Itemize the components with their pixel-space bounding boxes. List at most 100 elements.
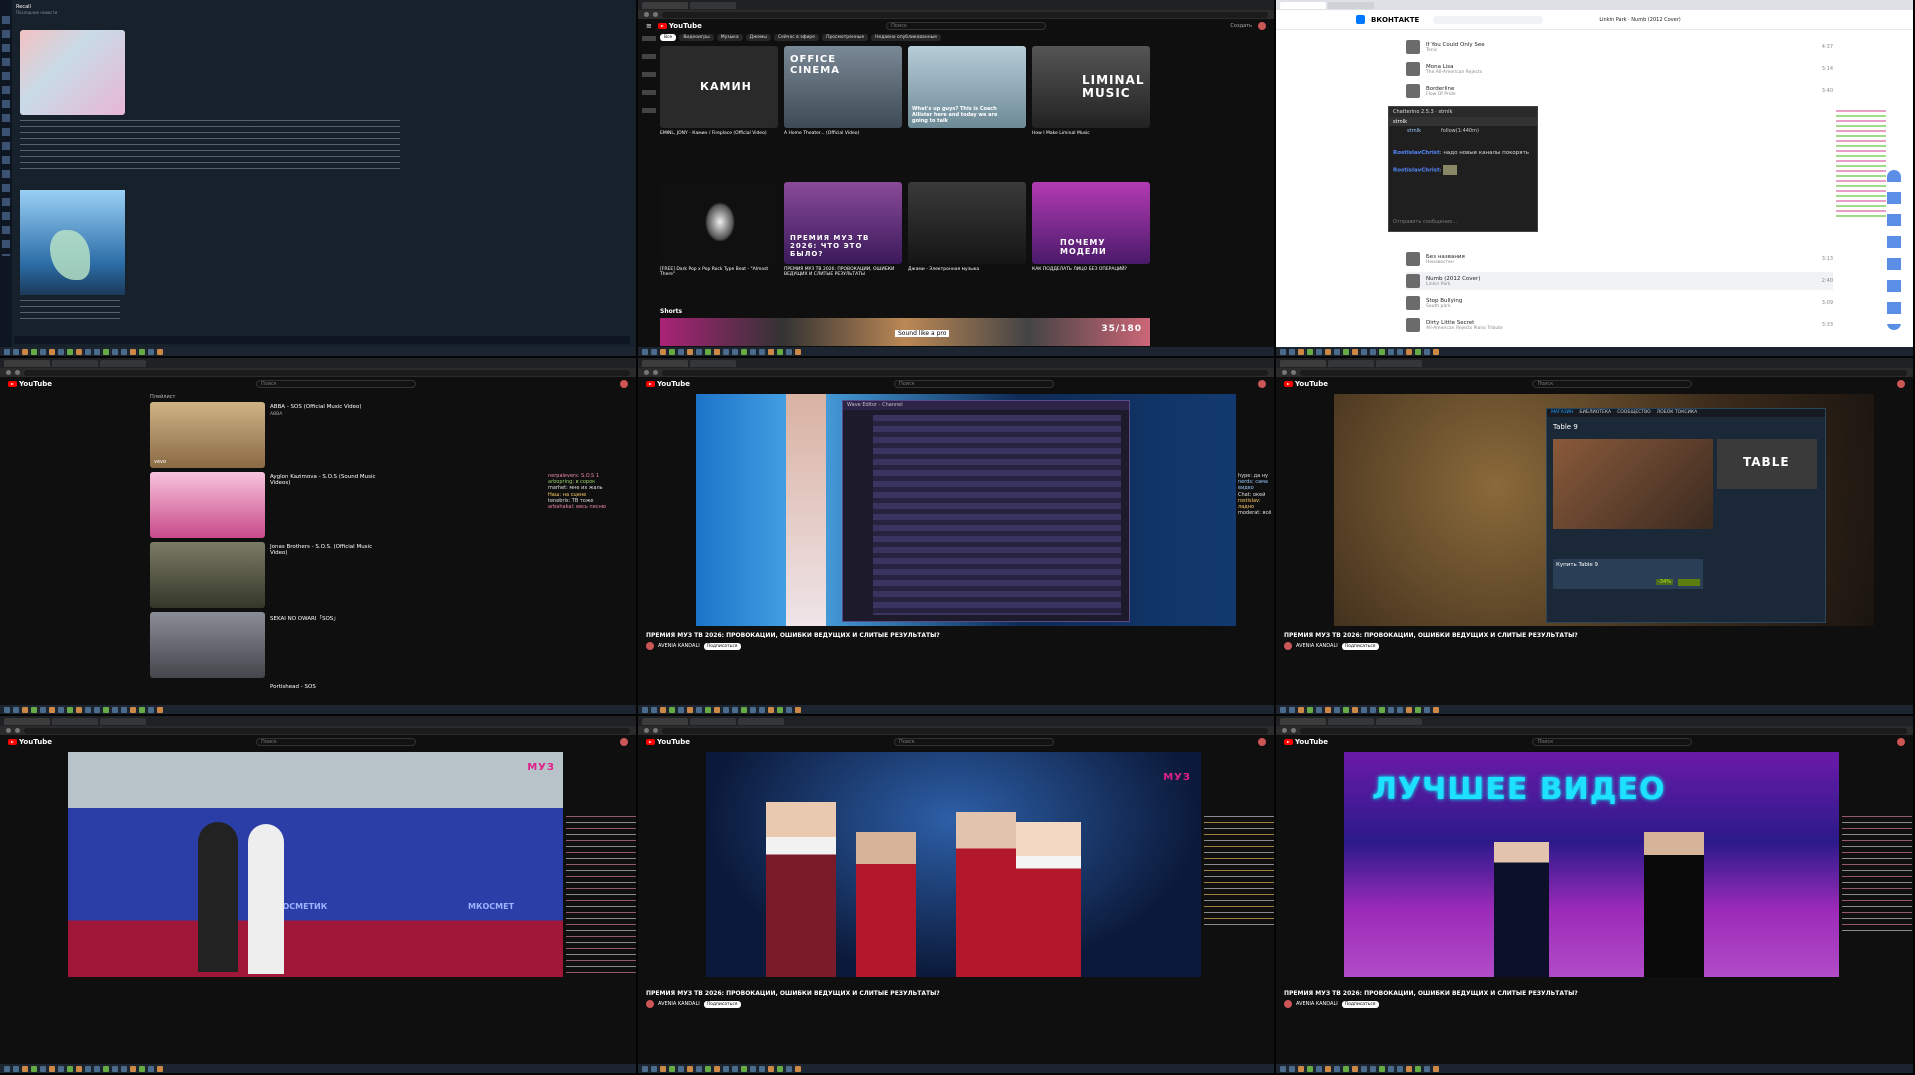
chat-image-landscape[interactable] bbox=[20, 190, 125, 295]
search-input[interactable]: Поиск bbox=[1532, 738, 1693, 746]
track-row[interactable]: Без названия Неизвестен 3:13 bbox=[1406, 250, 1833, 268]
playlist-title[interactable]: Portishead - SOS bbox=[270, 684, 380, 690]
add-to-cart-button[interactable] bbox=[1678, 579, 1700, 586]
subscribe-button[interactable]: Подписаться bbox=[1341, 642, 1379, 650]
steam-menu-item[interactable]: МАГАЗИН bbox=[1551, 410, 1573, 416]
yt-logo[interactable]: YouTube bbox=[646, 738, 690, 746]
subscribe-button[interactable]: Подписаться bbox=[703, 1000, 741, 1008]
search-input[interactable]: Поиск bbox=[893, 380, 1054, 388]
playlist-thumb[interactable] bbox=[150, 542, 265, 608]
chip[interactable]: Сейчас в эфире bbox=[773, 34, 820, 41]
live-video-player[interactable]: ЛУЧШЕЕ ВИДЕО bbox=[1344, 752, 1839, 977]
video-thumb-kamin[interactable]: КАМИН bbox=[660, 46, 778, 128]
steam-menu-item[interactable]: ЛОБОК ТОКСИКА bbox=[1657, 410, 1697, 416]
playlist-thumb[interactable]: vevo bbox=[150, 402, 265, 468]
url-input[interactable] bbox=[662, 369, 1268, 376]
yt-logo[interactable]: YouTube bbox=[8, 380, 52, 388]
chatterino-input[interactable]: Отправить сообщение... bbox=[1393, 219, 1533, 227]
reload-icon[interactable] bbox=[653, 12, 658, 17]
playlist-title[interactable]: Ayglon Kazimova - S.O.S (Sound Music Vid… bbox=[270, 474, 380, 486]
browser-tab[interactable] bbox=[690, 1, 736, 9]
editor-track-list[interactable] bbox=[873, 415, 1121, 615]
search-input[interactable]: Поиск bbox=[255, 738, 416, 746]
yt-logo[interactable]: YouTube bbox=[1284, 380, 1328, 388]
playlist-title[interactable]: Jonas Brothers - S.O.S. (Official Music … bbox=[270, 544, 380, 556]
avatar[interactable] bbox=[1258, 22, 1266, 30]
yt-guide[interactable] bbox=[642, 36, 656, 116]
browser-tab[interactable] bbox=[1280, 1, 1326, 9]
steam-screenshot[interactable] bbox=[1553, 439, 1713, 529]
playlist-thumb[interactable] bbox=[150, 472, 265, 538]
avatar[interactable] bbox=[1258, 738, 1266, 746]
url-input[interactable] bbox=[662, 11, 1268, 18]
search-input[interactable]: Поиск bbox=[893, 738, 1054, 746]
video-thumb-beat[interactable] bbox=[660, 182, 778, 264]
yt-logo[interactable]: YouTube bbox=[646, 380, 690, 388]
chip[interactable]: Музыка bbox=[716, 34, 743, 41]
chat-image-collage[interactable] bbox=[20, 30, 125, 115]
subscribe-button[interactable]: Подписаться bbox=[1341, 1000, 1379, 1008]
chip[interactable]: Видеоигры bbox=[679, 34, 714, 41]
chat-input[interactable] bbox=[14, 336, 630, 344]
steam-menu-item[interactable]: БИБЛИОТЕКА bbox=[1579, 410, 1611, 416]
video-title[interactable]: [FREE] Dark Pop x Pop Rock Type Beat - "… bbox=[660, 267, 778, 277]
video-title[interactable]: A Home Theater... (Official Video) bbox=[784, 131, 902, 136]
url-input[interactable] bbox=[24, 727, 630, 734]
video-thumb-office-cinema[interactable]: OFFICE CINEMA bbox=[784, 46, 902, 128]
avatar[interactable] bbox=[620, 380, 628, 388]
playlist-thumb[interactable] bbox=[150, 612, 265, 678]
video-thumb-liminal[interactable]: LIMINAL MUSIC bbox=[1032, 46, 1150, 128]
search-input[interactable] bbox=[1433, 15, 1544, 24]
video-title[interactable]: Джами - Электронная музыка bbox=[908, 267, 1026, 272]
live-video-player[interactable]: МУЗ МКОСМЕТИК МКОСМЕТ bbox=[68, 752, 563, 977]
friends-column[interactable] bbox=[1887, 170, 1901, 330]
url-input[interactable] bbox=[662, 727, 1268, 734]
avatar[interactable] bbox=[1897, 380, 1905, 388]
video-thumb-face[interactable]: ПОЧЕМУ МОДЕЛИ bbox=[1032, 182, 1150, 264]
url-input[interactable] bbox=[24, 369, 630, 376]
yt-logo[interactable]: YouTube bbox=[1284, 738, 1328, 746]
video-thumb-djami[interactable] bbox=[908, 182, 1026, 264]
search-input[interactable]: Поиск bbox=[255, 380, 416, 388]
avatar[interactable] bbox=[1258, 380, 1266, 388]
live-video-player[interactable]: МУЗ bbox=[706, 752, 1201, 977]
browser-tab[interactable] bbox=[642, 1, 688, 9]
track-row-active[interactable]: Numb (2012 Cover) Linkin Park 2:40 bbox=[1406, 272, 1833, 290]
track-row[interactable]: Dirty Little Secret All-American Rejects … bbox=[1406, 316, 1833, 334]
steam-menu-item[interactable]: СООБЩЕСТВО bbox=[1617, 410, 1651, 416]
chip[interactable]: Джемы bbox=[745, 34, 771, 41]
back-icon[interactable] bbox=[644, 12, 649, 17]
video-title[interactable]: ПРЕМИЯ МУЗ ТВ 2026: ПРОВОКАЦИИ, ОШИБКИ В… bbox=[784, 267, 902, 277]
yt-logo[interactable]: YouTube bbox=[657, 22, 702, 30]
avatar[interactable] bbox=[620, 738, 628, 746]
browser-tab[interactable] bbox=[1328, 1, 1374, 9]
url-input[interactable] bbox=[1300, 727, 1907, 734]
video-title[interactable]: EMINL, JONY - Камин / Fireplace (Officia… bbox=[660, 131, 778, 136]
chip[interactable]: Недавно опубликованные bbox=[871, 34, 941, 41]
chatterino-titlebar[interactable]: Chatterino 2.5.3 · strnlk bbox=[1389, 107, 1537, 117]
video-thumb-muz[interactable]: ПРЕМИЯ МУЗ ТВ 2026: ЧТО ЭТО БЫЛО? bbox=[784, 182, 902, 264]
track-row[interactable]: Borderline Flow Of Pride 3:40 bbox=[1406, 82, 1833, 100]
steam-capsule[interactable]: TABLE bbox=[1717, 439, 1817, 489]
yt-logo[interactable]: YouTube bbox=[8, 738, 52, 746]
playlist-title[interactable]: SEKAI NO OWARI「SOS」 bbox=[270, 614, 380, 622]
create-button[interactable]: Создать bbox=[1230, 23, 1252, 29]
shorts-strip[interactable]: Sound like a pro 35/180 bbox=[660, 318, 1150, 346]
video-thumb-coach[interactable]: What's up guys? This is Coach Allister h… bbox=[908, 46, 1026, 128]
editor-titlebar[interactable]: Wave Editor - Channel bbox=[843, 401, 1129, 410]
avatar[interactable] bbox=[1897, 738, 1905, 746]
menu-icon[interactable]: ≡ bbox=[646, 22, 652, 30]
chatterino-tab[interactable]: strnlk bbox=[1393, 119, 1407, 125]
vk-logo-icon[interactable] bbox=[1356, 15, 1365, 24]
search-input[interactable]: Поиск bbox=[886, 22, 1047, 30]
track-row[interactable]: If You Could Only See Tonic 4:37 bbox=[1406, 38, 1833, 56]
video-title[interactable]: КАК ПОДДЕЛАТЬ ЛИЦО БЕЗ ОПЕРАЦИЙ? bbox=[1032, 267, 1150, 272]
subscribe-button[interactable]: Подписаться bbox=[703, 642, 741, 650]
playlist-title[interactable]: ABBA - SOS (Official Music Video) bbox=[270, 404, 380, 410]
now-playing[interactable]: Linkin Park · Numb (2012 Cover) bbox=[1599, 17, 1680, 23]
url-input[interactable] bbox=[1300, 369, 1907, 376]
video-title[interactable]: How I Make Liminal Music bbox=[1032, 131, 1150, 136]
chip-all[interactable]: Все bbox=[660, 34, 677, 41]
track-row[interactable]: Mona Lisa The All-American Rejects 3:14 bbox=[1406, 60, 1833, 78]
search-input[interactable]: Поиск bbox=[1532, 380, 1693, 388]
